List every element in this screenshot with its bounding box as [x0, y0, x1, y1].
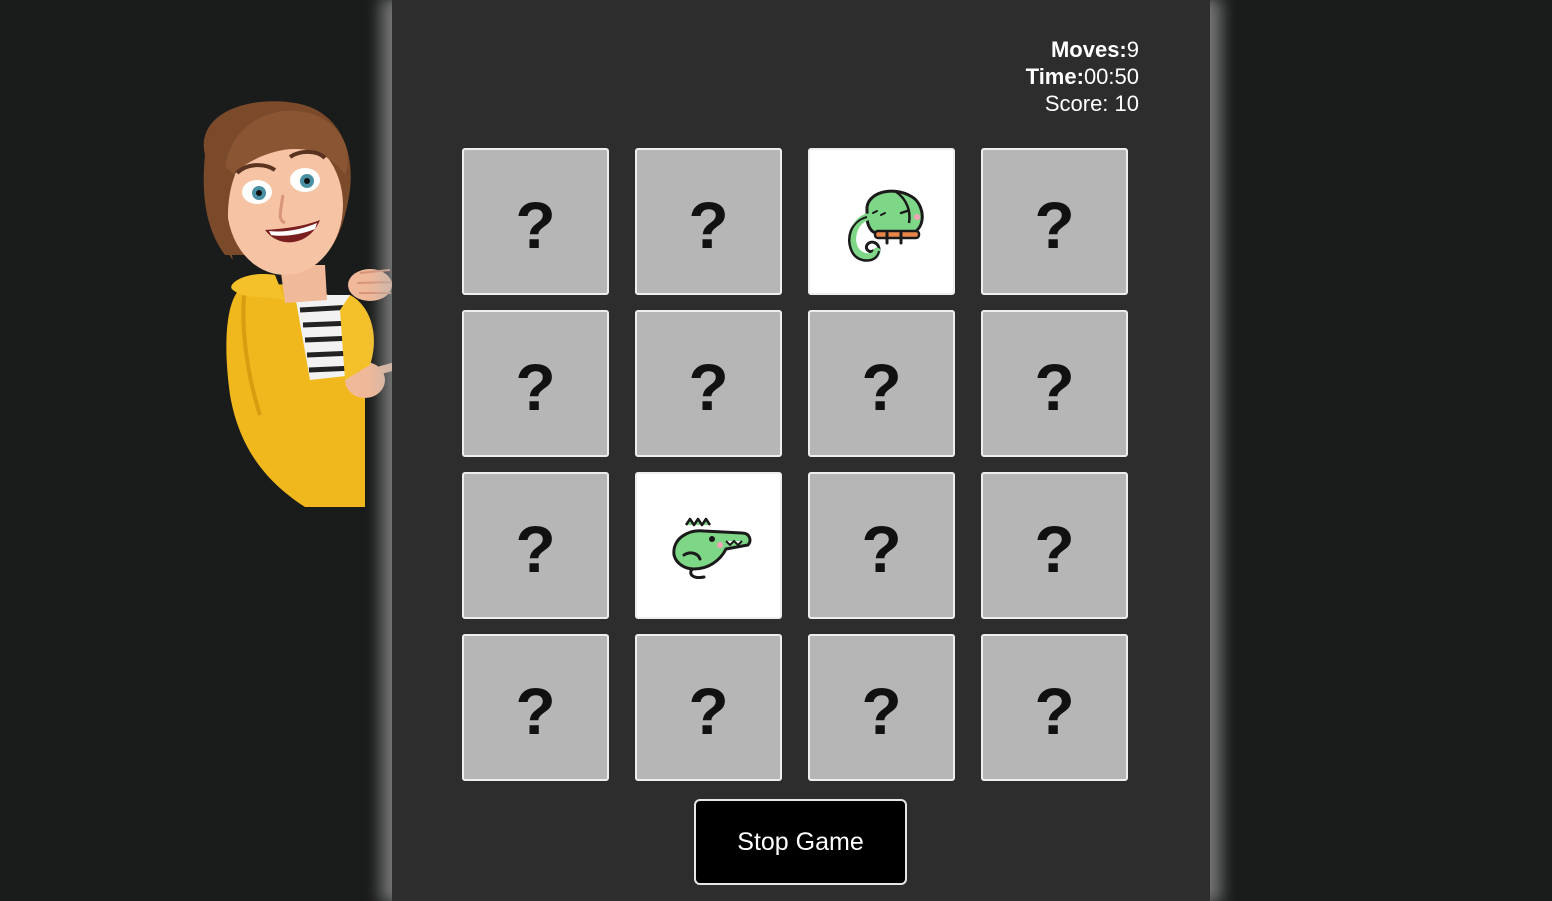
stop-game-button[interactable]: Stop Game: [694, 799, 907, 885]
hidden-card-symbol: ?: [1034, 673, 1075, 748]
hidden-card-symbol: ?: [1034, 511, 1075, 586]
moves-label: Moves:: [1050, 37, 1127, 62]
crocodile-icon: [664, 511, 754, 581]
memory-card[interactable]: ?: [462, 472, 609, 619]
memory-card[interactable]: ?: [462, 148, 609, 295]
time-label: Time:: [1025, 64, 1084, 89]
hidden-card-symbol: ?: [1034, 187, 1075, 262]
memory-card[interactable]: ?: [981, 148, 1128, 295]
hidden-card-symbol: ?: [688, 349, 729, 424]
memory-card[interactable]: ?: [808, 634, 955, 781]
time-stat: Time:00:50: [1026, 63, 1139, 90]
hidden-card-symbol: ?: [515, 673, 556, 748]
game-page: Moves:9 Time:00:50 Score: 10 ???????????…: [0, 0, 1552, 901]
hidden-card-symbol: ?: [688, 673, 729, 748]
memory-card[interactable]: [808, 148, 955, 295]
memory-card[interactable]: [635, 472, 782, 619]
memory-card[interactable]: ?: [981, 472, 1128, 619]
hidden-card-symbol: ?: [688, 187, 729, 262]
hidden-card-symbol: ?: [515, 511, 556, 586]
memory-card[interactable]: ?: [462, 634, 609, 781]
stats-panel: Moves:9 Time:00:50 Score: 10: [1026, 36, 1139, 117]
memory-card[interactable]: ?: [808, 472, 955, 619]
hidden-card-symbol: ?: [861, 511, 902, 586]
hidden-card-symbol: ?: [861, 349, 902, 424]
moves-stat: Moves:9: [1026, 36, 1139, 63]
memory-card[interactable]: ?: [981, 310, 1128, 457]
hidden-card-symbol: ?: [515, 187, 556, 262]
memory-card[interactable]: ?: [635, 148, 782, 295]
chameleon-icon: [837, 177, 927, 267]
time-value: 00:50: [1083, 64, 1139, 89]
hidden-card-symbol: ?: [515, 349, 556, 424]
score-stat: Score: 10: [1044, 91, 1139, 116]
hidden-card-symbol: ?: [1034, 349, 1075, 424]
game-panel: Moves:9 Time:00:50 Score: 10 ???????????…: [392, 0, 1210, 901]
memory-card[interactable]: ?: [462, 310, 609, 457]
cartoon-woman-mascot-icon: [185, 95, 392, 507]
moves-value: 9: [1126, 37, 1139, 62]
hidden-card-symbol: ?: [861, 673, 902, 748]
memory-card[interactable]: ?: [981, 634, 1128, 781]
memory-card[interactable]: ?: [635, 310, 782, 457]
memory-card[interactable]: ?: [808, 310, 955, 457]
card-grid: ??????????????: [462, 148, 1128, 781]
memory-card[interactable]: ?: [635, 634, 782, 781]
